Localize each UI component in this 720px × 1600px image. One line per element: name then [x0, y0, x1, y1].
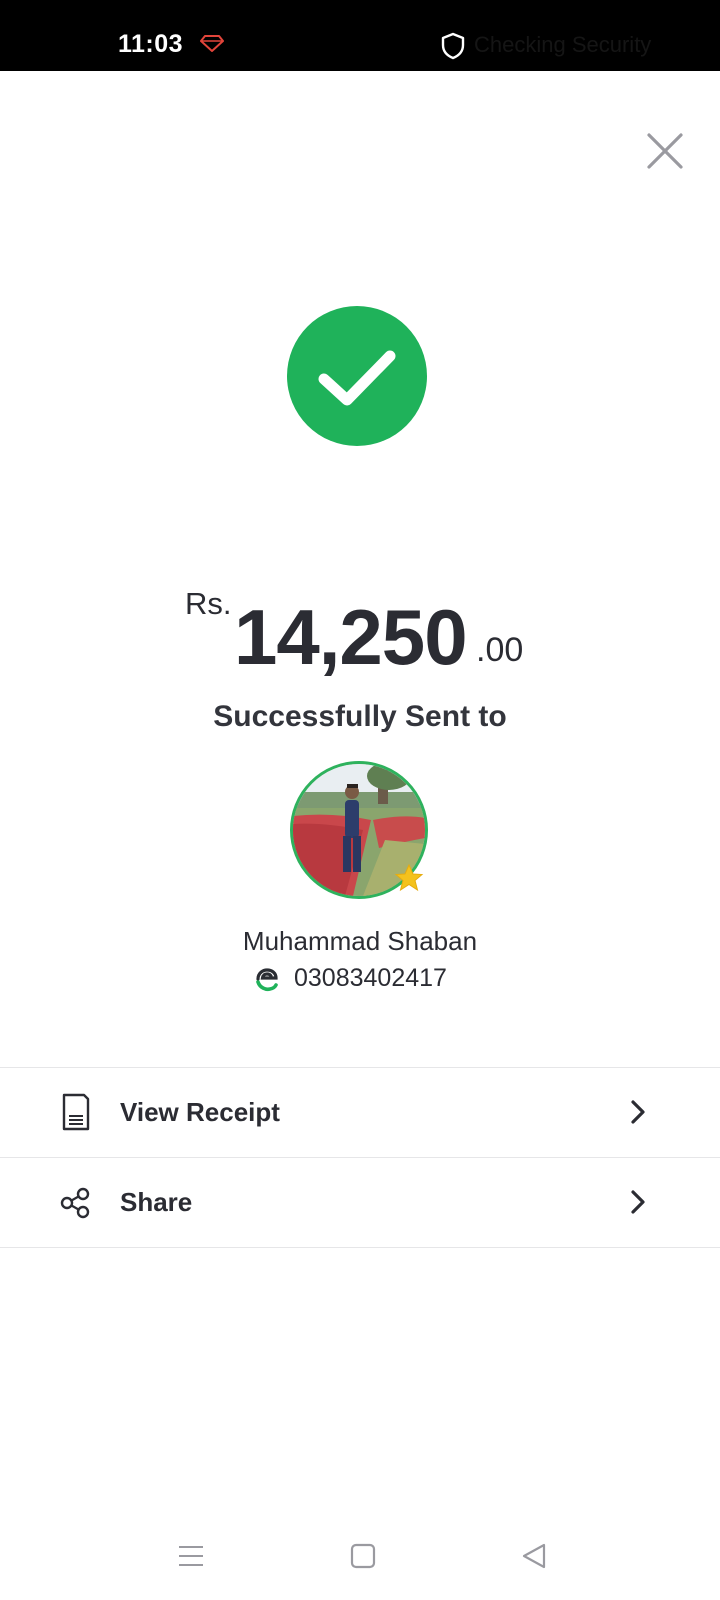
view-receipt-button[interactable]: View Receipt — [0, 1068, 720, 1156]
view-receipt-label: View Receipt — [120, 1097, 280, 1127]
receipt-icon — [58, 1092, 94, 1132]
recipient-name: Muhammad Shaban — [242, 926, 478, 956]
status-text: Successfully Sent to — [213, 700, 507, 733]
navigation-bar — [0, 1500, 720, 1600]
amount-display: Rs. 14,250 .00 — [0, 578, 720, 688]
easypaisa-logo-icon — [254, 968, 280, 992]
divider — [0, 1247, 720, 1248]
close-button[interactable] — [642, 128, 688, 174]
shield-icon — [441, 32, 465, 60]
amount-integer: 14,250 — [234, 593, 468, 681]
success-indicator — [287, 306, 427, 446]
amount-currency: Rs. — [185, 586, 232, 621]
status-security-text: Checking Security — [474, 32, 652, 57]
star-icon — [394, 863, 424, 893]
chevron-right-icon — [628, 1099, 648, 1125]
menu-icon[interactable] — [175, 1540, 207, 1572]
share-icon — [58, 1182, 94, 1222]
chevron-right-icon — [628, 1189, 648, 1215]
home-icon[interactable] — [347, 1540, 379, 1572]
amount-decimal: .00 — [476, 631, 524, 669]
close-icon — [647, 133, 683, 169]
back-icon[interactable] — [519, 1540, 551, 1572]
checkmark-icon — [318, 350, 396, 406]
share-label: Share — [120, 1187, 193, 1217]
ruby-notification-icon — [200, 34, 224, 52]
status-bar: 11:03 Checking Security — [0, 0, 720, 71]
status-time: 11:03 — [118, 30, 184, 58]
share-button[interactable]: Share — [0, 1158, 720, 1246]
recipient-phone: 03083402417 — [294, 964, 447, 992]
